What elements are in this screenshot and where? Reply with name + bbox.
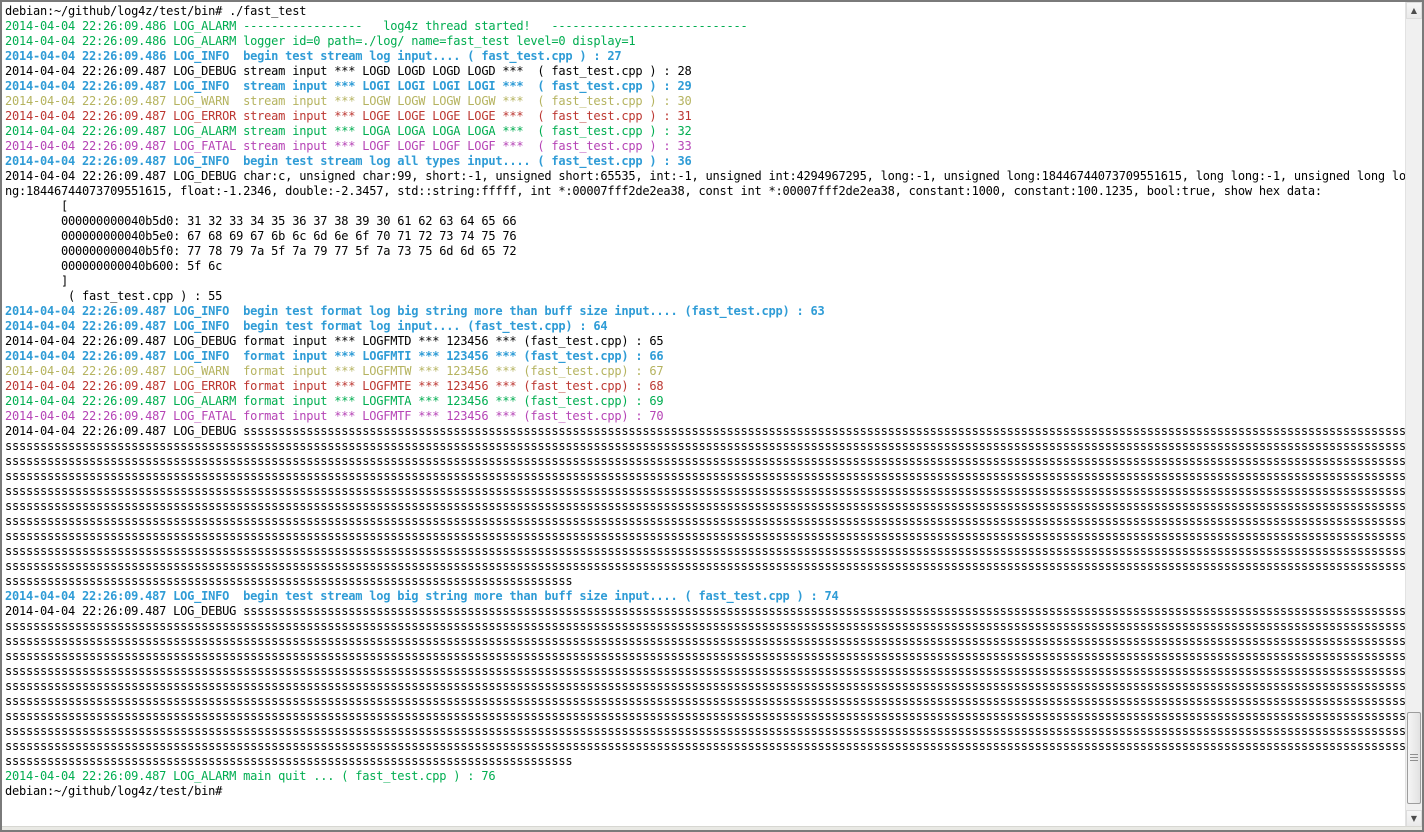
terminal-line: ssssssssssssssssssssssssssssssssssssssss… bbox=[5, 709, 1405, 724]
terminal-line: 2014-04-04 22:26:09.487 LOG_INFO begin t… bbox=[5, 304, 1405, 319]
terminal-line: 2014-04-04 22:26:09.487 LOG_INFO stream … bbox=[5, 79, 1405, 94]
terminal-window: debian:~/github/log4z/test/bin# ./fast_t… bbox=[0, 0, 1424, 832]
terminal-line: ssssssssssssssssssssssssssssssssssssssss… bbox=[5, 499, 1405, 514]
terminal-line: 2014-04-04 22:26:09.487 LOG_ALARM main q… bbox=[5, 769, 1405, 784]
terminal-line: ssssssssssssssssssssssssssssssssssssssss… bbox=[5, 739, 1405, 754]
terminal-line: 2014-04-04 22:26:09.486 LOG_ALARM ------… bbox=[5, 19, 1405, 34]
terminal-line: ssssssssssssssssssssssssssssssssssssssss… bbox=[5, 724, 1405, 739]
shell-prompt-line: debian:~/github/log4z/test/bin# bbox=[5, 784, 1405, 799]
terminal-line: ssssssssssssssssssssssssssssssssssssssss… bbox=[5, 649, 1405, 664]
terminal-line: 2014-04-04 22:26:09.487 LOG_ERROR format… bbox=[5, 379, 1405, 394]
terminal-line: 2014-04-04 22:26:09.487 LOG_WARN stream … bbox=[5, 94, 1405, 109]
shell-prompt-line: debian:~/github/log4z/test/bin# ./fast_t… bbox=[5, 4, 1405, 19]
window-bottom-edge bbox=[2, 826, 1422, 830]
terminal-line: ssssssssssssssssssssssssssssssssssssssss… bbox=[5, 679, 1405, 694]
terminal-line: ssssssssssssssssssssssssssssssssssssssss… bbox=[5, 454, 1405, 469]
terminal-line: ( fast_test.cpp ) : 55 bbox=[5, 289, 1405, 304]
terminal-line: 2014-04-04 22:26:09.487 LOG_ERROR stream… bbox=[5, 109, 1405, 124]
terminal-line: ssssssssssssssssssssssssssssssssssssssss… bbox=[5, 664, 1405, 679]
terminal-line: ssssssssssssssssssssssssssssssssssssssss… bbox=[5, 574, 1405, 589]
vertical-scrollbar[interactable]: ▲ ▼ bbox=[1405, 2, 1422, 827]
terminal-line: 2014-04-04 22:26:09.487 LOG_INFO format … bbox=[5, 349, 1405, 364]
terminal-line: 000000000040b5d0: 31 32 33 34 35 36 37 3… bbox=[5, 214, 1405, 229]
terminal-line: 2014-04-04 22:26:09.487 LOG_INFO begin t… bbox=[5, 589, 1405, 604]
terminal-output: debian:~/github/log4z/test/bin# ./fast_t… bbox=[2, 2, 1405, 825]
terminal-line: 2014-04-04 22:26:09.487 LOG_FATAL format… bbox=[5, 409, 1405, 424]
terminal-line: 2014-04-04 22:26:09.487 LOG_INFO begin t… bbox=[5, 154, 1405, 169]
terminal-line: 2014-04-04 22:26:09.486 LOG_INFO begin t… bbox=[5, 49, 1405, 64]
terminal-line: 000000000040b600: 5f 6c bbox=[5, 259, 1405, 274]
scrollbar-grip-icon bbox=[1410, 754, 1418, 762]
terminal-line: ssssssssssssssssssssssssssssssssssssssss… bbox=[5, 559, 1405, 574]
terminal-line: ssssssssssssssssssssssssssssssssssssssss… bbox=[5, 694, 1405, 709]
scroll-down-arrow-icon: ▼ bbox=[1411, 815, 1417, 823]
terminal-line: 2014-04-04 22:26:09.487 LOG_FATAL stream… bbox=[5, 139, 1405, 154]
terminal-line: ssssssssssssssssssssssssssssssssssssssss… bbox=[5, 514, 1405, 529]
terminal-line: 2014-04-04 22:26:09.486 LOG_ALARM logger… bbox=[5, 34, 1405, 49]
terminal-line: 000000000040b5f0: 77 78 79 7a 5f 7a 79 7… bbox=[5, 244, 1405, 259]
terminal-line: ssssssssssssssssssssssssssssssssssssssss… bbox=[5, 619, 1405, 634]
terminal-line: 2014-04-04 22:26:09.487 LOG_WARN format … bbox=[5, 364, 1405, 379]
scrollbar-thumb[interactable] bbox=[1407, 712, 1421, 804]
scroll-up-button[interactable]: ▲ bbox=[1406, 2, 1422, 19]
scroll-up-arrow-icon: ▲ bbox=[1411, 7, 1417, 15]
terminal-line: 2014-04-04 22:26:09.487 LOG_INFO begin t… bbox=[5, 319, 1405, 334]
terminal-line: 2014-04-04 22:26:09.487 LOG_DEBUG ssssss… bbox=[5, 604, 1405, 619]
terminal-line: 2014-04-04 22:26:09.487 LOG_DEBUG format… bbox=[5, 334, 1405, 349]
terminal-line: 2014-04-04 22:26:09.487 LOG_ALARM stream… bbox=[5, 124, 1405, 139]
terminal-line: 2014-04-04 22:26:09.487 LOG_DEBUG stream… bbox=[5, 64, 1405, 79]
terminal-line: ssssssssssssssssssssssssssssssssssssssss… bbox=[5, 439, 1405, 454]
terminal-line: 2014-04-04 22:26:09.487 LOG_DEBUG char:c… bbox=[5, 169, 1405, 184]
terminal-line: ssssssssssssssssssssssssssssssssssssssss… bbox=[5, 529, 1405, 544]
terminal-line: ssssssssssssssssssssssssssssssssssssssss… bbox=[5, 484, 1405, 499]
terminal-line: ssssssssssssssssssssssssssssssssssssssss… bbox=[5, 754, 1405, 769]
terminal-line: ssssssssssssssssssssssssssssssssssssssss… bbox=[5, 634, 1405, 649]
terminal-line: 2014-04-04 22:26:09.487 LOG_DEBUG ssssss… bbox=[5, 424, 1405, 439]
terminal-line: ssssssssssssssssssssssssssssssssssssssss… bbox=[5, 544, 1405, 559]
terminal-line: 000000000040b5e0: 67 68 69 67 6b 6c 6d 6… bbox=[5, 229, 1405, 244]
terminal-line: 2014-04-04 22:26:09.487 LOG_ALARM format… bbox=[5, 394, 1405, 409]
terminal-line: ] bbox=[5, 274, 1405, 289]
terminal-line: ng:18446744073709551615, float:-1.2346, … bbox=[5, 184, 1405, 199]
scroll-down-button[interactable]: ▼ bbox=[1406, 810, 1422, 827]
terminal-line: [ bbox=[5, 199, 1405, 214]
terminal-line: ssssssssssssssssssssssssssssssssssssssss… bbox=[5, 469, 1405, 484]
